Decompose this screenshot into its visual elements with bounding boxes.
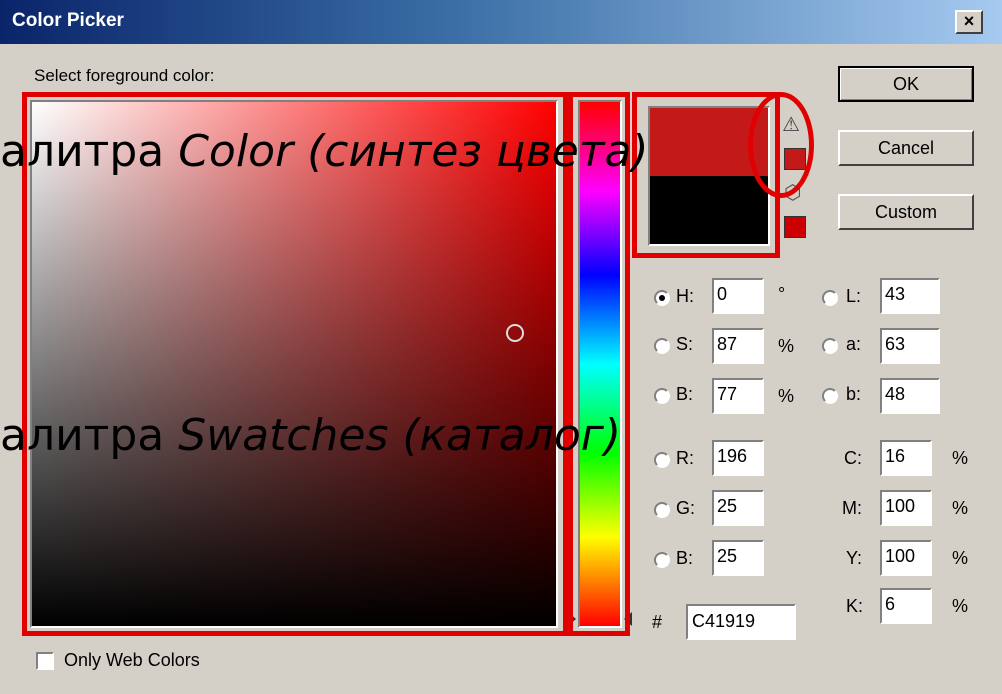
y-label: Y: — [846, 548, 863, 568]
close-button[interactable]: × — [955, 10, 983, 34]
y-unit: % — [952, 548, 969, 568]
m-label: M: — [842, 498, 862, 518]
overlay-swatches-italic: Swatches (каталог) — [178, 410, 622, 461]
k-unit: % — [952, 596, 969, 616]
l-label: L: — [846, 286, 862, 306]
hex-label: # — [652, 612, 663, 632]
rgb-b-label: B: — [676, 548, 694, 568]
c-field[interactable]: 16 — [880, 440, 932, 476]
ok-button[interactable]: OK — [838, 66, 974, 102]
l-radio[interactable] — [822, 290, 838, 306]
h-field[interactable]: 0 — [712, 278, 764, 314]
overlay-swatches-caption: алитра Swatches (каталог) — [0, 410, 621, 461]
window-title: Color Picker — [12, 10, 124, 31]
m-field[interactable]: 100 — [880, 490, 932, 526]
cancel-button[interactable]: Cancel — [838, 130, 974, 166]
s-unit: % — [778, 336, 795, 356]
foreground-prompt: Select foreground color: — [34, 66, 215, 85]
a-radio[interactable] — [822, 338, 838, 354]
h-label: H: — [676, 286, 694, 306]
c-label: C: — [844, 448, 862, 468]
s-radio[interactable] — [654, 338, 670, 354]
s-field[interactable]: 87 — [712, 328, 764, 364]
r-radio[interactable] — [654, 452, 670, 468]
h-unit: ° — [778, 284, 786, 304]
s-label: S: — [676, 334, 694, 354]
annotation-circle-warning — [748, 92, 814, 198]
lab-b-radio[interactable] — [822, 388, 838, 404]
b-radio[interactable] — [654, 388, 670, 404]
m-unit: % — [952, 498, 969, 518]
g-field[interactable]: 25 — [712, 490, 764, 526]
overlay-color-italic: Color (синтез цвета) — [178, 126, 649, 177]
hex-field[interactable]: C41919 — [686, 604, 796, 640]
web-safe-swatch[interactable] — [784, 216, 806, 238]
l-field[interactable]: 43 — [880, 278, 940, 314]
a-field[interactable]: 63 — [880, 328, 940, 364]
r-field[interactable]: 196 — [712, 440, 764, 476]
c-unit: % — [952, 448, 969, 468]
a-label: a: — [846, 334, 862, 354]
only-web-colors-checkbox[interactable] — [36, 652, 54, 670]
overlay-color-caption: алитра Color (синтез цвета) — [0, 126, 649, 177]
y-field[interactable]: 100 — [880, 540, 932, 576]
lab-b-field[interactable]: 48 — [880, 378, 940, 414]
lab-b-label: b: — [846, 384, 862, 404]
g-radio[interactable] — [654, 502, 670, 518]
only-web-colors-label: Only Web Colors — [64, 650, 200, 670]
k-field[interactable]: 6 — [880, 588, 932, 624]
g-label: G: — [676, 498, 696, 518]
k-label: K: — [846, 596, 864, 616]
b-label: B: — [676, 384, 694, 404]
r-label: R: — [676, 448, 694, 468]
h-radio[interactable] — [654, 290, 670, 306]
rgb-b-radio[interactable] — [654, 552, 670, 568]
custom-button[interactable]: Custom — [838, 194, 974, 230]
title-bar: Color Picker × — [0, 0, 1002, 44]
b-field[interactable]: 77 — [712, 378, 764, 414]
overlay-swatches-prefix: алитра — [0, 410, 179, 461]
b-unit: % — [778, 386, 795, 406]
rgb-b-field[interactable]: 25 — [712, 540, 764, 576]
overlay-color-prefix: алитра — [0, 126, 179, 177]
